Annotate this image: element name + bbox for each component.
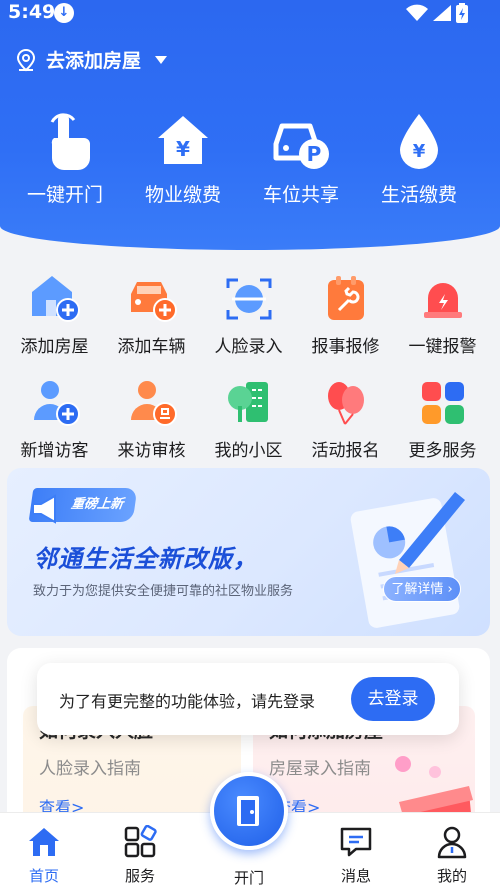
location-pin-icon (16, 48, 36, 71)
drop-yen-icon: ¥ (400, 114, 438, 169)
quick-action-label: 生活缴费 (380, 184, 457, 206)
alarm-icon (423, 283, 462, 318)
services-row-1: 添加房屋 添加车辆 人脸录入 报事报修 一键报警 (0, 272, 500, 357)
balloon-icon (327, 382, 364, 425)
service-label: 添加车辆 (117, 337, 186, 357)
service-add-visitor[interactable]: 新增访客 (6, 376, 103, 461)
car-parking-icon: P (273, 123, 329, 169)
location-label: 去添加房屋 (46, 50, 142, 72)
battery-icon (456, 3, 468, 23)
svg-text:P: P (307, 142, 322, 166)
service-repair-report[interactable]: 报事报修 (297, 272, 394, 357)
profile-icon (437, 826, 467, 859)
wifi-icon (406, 4, 428, 21)
service-visitor-review[interactable]: 来访审核 (103, 376, 200, 461)
status-time: 5:49 (8, 1, 56, 23)
service-label: 人脸录入 (214, 337, 283, 357)
door-icon (237, 796, 259, 826)
services-row-2: 新增访客 来访审核 我的小区 活动报名 更多服务 (0, 376, 500, 461)
quick-action-open-door[interactable]: 一键开门 (6, 108, 124, 207)
chevron-right-icon: › (443, 582, 453, 597)
service-emergency-alarm[interactable]: 一键报警 (394, 272, 491, 357)
tab-home[interactable]: 首页 (4, 813, 84, 886)
quick-action-utility-fee[interactable]: ¥ 生活缴费 (360, 108, 478, 207)
service-label: 我的小区 (214, 441, 283, 461)
signal-icon (433, 5, 451, 21)
service-event-signup[interactable]: 活动报名 (297, 376, 394, 461)
chevron-down-icon (155, 55, 168, 64)
tab-label: 我的 (436, 867, 467, 885)
face-scan-icon (226, 278, 271, 320)
services-grid-icon (124, 825, 157, 858)
promo-banner[interactable]: 重磅上新 邻通生活全新改版， 致力于为您提供安全便捷可靠的社区物业服务 了解详情… (7, 468, 490, 636)
tab-mine[interactable]: 我的 (412, 813, 492, 886)
open-door-label: 开门 (233, 869, 264, 887)
guide-subtitle: 房屋录入指南 (269, 759, 371, 779)
add-visitor-icon (33, 381, 80, 426)
service-label: 一键报警 (408, 337, 477, 357)
guide-subtitle: 人脸录入指南 (39, 759, 141, 779)
add-house-icon (31, 276, 80, 322)
document-pencil-illustration (350, 492, 465, 628)
service-more[interactable]: 更多服务 (394, 376, 491, 461)
quick-action-parking-share[interactable]: P 车位共享 (242, 108, 360, 207)
message-icon (340, 827, 372, 857)
quick-actions: 一键开门 ¥ 物业缴费 P 车位共享 ¥ 生活缴费 (0, 108, 500, 207)
service-add-house[interactable]: 添加房屋 (6, 272, 103, 357)
service-label: 新增访客 (20, 441, 89, 461)
status-bar: 5:49 ↓ (0, 0, 500, 26)
community-icon (227, 382, 268, 422)
banner-button-label: 了解详情 (391, 582, 444, 597)
banner-details-button[interactable]: 了解详情 › (383, 576, 461, 602)
service-label: 报事报修 (311, 337, 380, 357)
house-yen-icon: ¥ (158, 116, 208, 164)
login-prompt-message: 为了有更完整的功能体验，请先登录 (59, 692, 316, 711)
location-selector[interactable]: 去添加房屋 (14, 46, 168, 73)
banner-title: 邻通生活全新改版， (33, 545, 258, 573)
repair-icon (327, 276, 364, 320)
service-add-car[interactable]: 添加车辆 (103, 272, 200, 357)
hand-tap-icon (50, 113, 90, 170)
service-label: 活动报名 (311, 441, 380, 461)
tab-label: 首页 (28, 867, 59, 885)
tab-label: 服务 (124, 867, 155, 885)
svg-text:¥: ¥ (413, 141, 426, 162)
quick-action-label: 车位共享 (262, 184, 339, 206)
quick-action-label: 物业缴费 (144, 184, 221, 206)
svg-text:¥: ¥ (176, 137, 190, 161)
megaphone-icon (32, 494, 56, 524)
tab-services[interactable]: 服务 (100, 813, 180, 886)
open-door-button[interactable] (210, 772, 288, 850)
add-car-icon (130, 282, 177, 322)
service-label: 更多服务 (408, 441, 477, 461)
login-prompt: 为了有更完整的功能体验，请先登录 去登录 (37, 663, 459, 735)
home-icon (29, 828, 59, 856)
system-icons (406, 3, 468, 23)
quick-action-label: 一键开门 (26, 184, 103, 206)
service-label: 添加房屋 (20, 337, 89, 357)
service-label: 来访审核 (117, 441, 186, 461)
tab-messages[interactable]: 消息 (316, 813, 396, 886)
quick-action-property-fee[interactable]: ¥ 物业缴费 (124, 108, 242, 207)
service-my-community[interactable]: 我的小区 (200, 376, 297, 461)
login-button[interactable]: 去登录 (351, 677, 435, 721)
banner-subtitle: 致力于为您提供安全便捷可靠的社区物业服务 (33, 584, 294, 599)
more-apps-icon (421, 382, 464, 424)
tab-label: 消息 (340, 867, 371, 885)
visitor-review-icon (130, 381, 177, 426)
download-icon: ↓ (54, 3, 74, 23)
service-face-entry[interactable]: 人脸录入 (200, 272, 297, 357)
